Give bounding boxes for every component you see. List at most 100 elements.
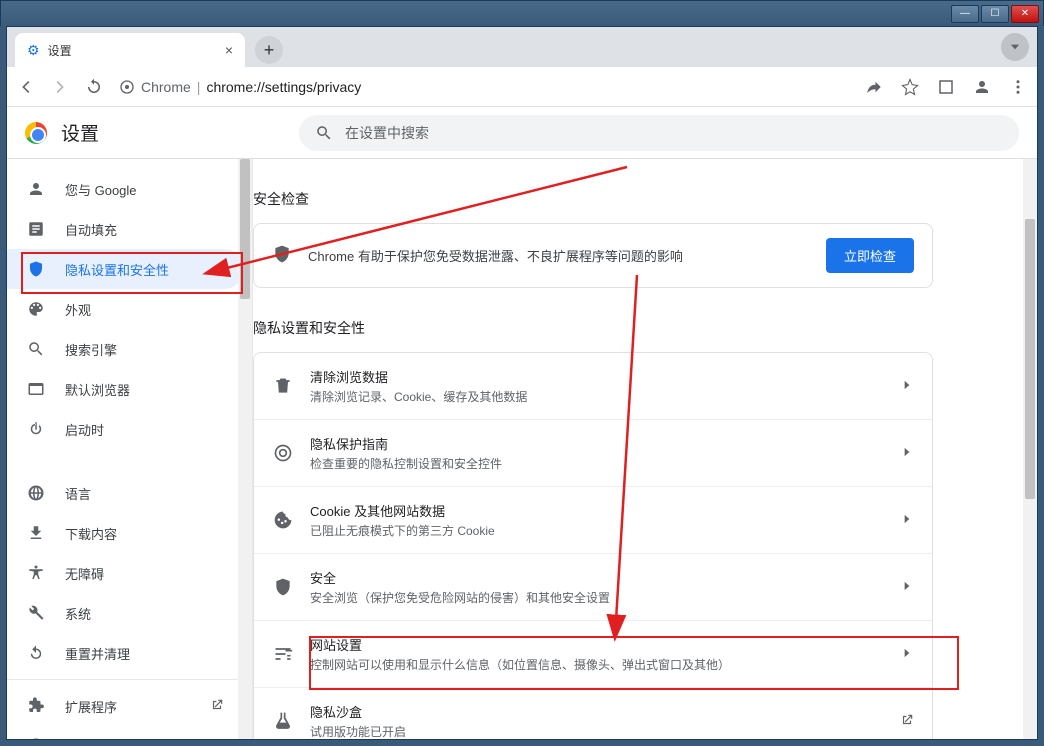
browser-icon — [27, 380, 45, 398]
sidebar-item-download[interactable]: 下载内容 — [7, 513, 244, 553]
sidebar-scrollbar[interactable] — [238, 159, 252, 739]
row-title: 隐私沙盒 — [310, 702, 884, 721]
privacy-section-title: 隐私设置和安全性 — [253, 318, 933, 338]
new-tab-button[interactable]: + — [255, 36, 283, 64]
sidebar-item-label: 无障碍 — [65, 564, 104, 583]
sidebar-item-label: 外观 — [65, 300, 91, 319]
sidebar-item-label: 重置并清理 — [65, 644, 130, 663]
side-panel-icon[interactable] — [937, 78, 955, 96]
chrome-logo-icon — [25, 122, 47, 144]
sidebar-item-ext[interactable]: 扩展程序 — [7, 686, 244, 726]
window-maximize-button[interactable]: ☐ — [981, 5, 1009, 23]
safety-check-text: Chrome 有助于保护您免受数据泄露、不良扩展程序等问题的影响 — [308, 246, 683, 265]
row-subtitle: 已阻止无痕模式下的第三方 Cookie — [310, 522, 884, 539]
sidebar-item-label: 语言 — [65, 484, 91, 503]
page-title: 设置 — [61, 119, 99, 146]
privacy-row-shield[interactable]: 安全安全浏览（保护您免受危险网站的侵害）和其他安全设置 — [254, 553, 932, 620]
privacy-row-flask[interactable]: 隐私沙盒试用版功能已开启 — [254, 687, 932, 739]
gear-icon: ⚙ — [27, 42, 40, 59]
sidebar-item-power[interactable]: 启动时 — [7, 409, 244, 449]
chrome-icon — [119, 79, 135, 95]
sidebar-item-label: 自动填充 — [65, 220, 117, 239]
target-icon — [272, 443, 294, 463]
content-pane: 安全检查 Chrome 有助于保护您免受数据泄露、不良扩展程序等问题的影响 立即… — [253, 159, 1037, 739]
chevron-right-icon — [900, 579, 914, 596]
row-title: 网站设置 — [310, 635, 884, 654]
palette-icon — [27, 300, 45, 318]
sidebar-item-label: 关于 Chrome — [65, 737, 141, 740]
sidebar-item-palette[interactable]: 外观 — [7, 289, 244, 329]
kebab-menu-icon[interactable] — [1009, 78, 1027, 96]
sidebar-item-label: 扩展程序 — [65, 697, 117, 716]
chevron-right-icon — [900, 512, 914, 529]
safety-section-title: 安全检查 — [253, 189, 933, 209]
trash-icon — [272, 376, 294, 396]
safety-check-button[interactable]: 立即检查 — [826, 238, 914, 273]
row-subtitle: 清除浏览记录、Cookie、缓存及其他数据 — [310, 388, 884, 405]
nav-reload-button[interactable] — [85, 78, 103, 96]
row-title: 安全 — [310, 568, 884, 587]
row-title: 隐私保护指南 — [310, 434, 884, 453]
sidebar-item-label: 系统 — [65, 604, 91, 623]
sidebar-item-label: 搜索引擎 — [65, 340, 117, 359]
window-titlebar: — ☐ ✕ — [0, 0, 1044, 26]
tab-close-icon[interactable]: × — [225, 42, 233, 58]
ext-icon — [27, 697, 45, 715]
globe-icon — [27, 484, 45, 502]
row-subtitle: 控制网站可以使用和显示什么信息（如位置信息、摄像头、弹出式窗口及其他） — [310, 656, 884, 673]
tab-settings[interactable]: ⚙ 设置 × — [15, 33, 245, 67]
sidebar-item-person[interactable]: 您与 Google — [7, 169, 244, 209]
nav-forward-button[interactable] — [51, 78, 69, 96]
search-placeholder: 在设置中搜索 — [345, 123, 429, 143]
share-icon[interactable] — [865, 78, 883, 96]
nav-back-button[interactable] — [17, 78, 35, 96]
external-link-icon — [210, 698, 224, 715]
tab-title: 设置 — [48, 42, 72, 59]
access-icon — [27, 564, 45, 582]
wrench-icon — [27, 604, 45, 622]
tune-icon — [272, 644, 294, 664]
url-box[interactable]: Chrome | chrome://settings/privacy — [119, 79, 849, 95]
search-icon — [27, 340, 45, 358]
profile-icon[interactable] — [973, 78, 991, 96]
autofill-icon — [27, 220, 45, 238]
sidebar: 您与 Google 自动填充隐私设置和安全性外观搜索引擎默认浏览器启动时 语言下载… — [7, 159, 253, 739]
sidebar-item-wrench[interactable]: 系统 — [7, 593, 244, 633]
browser-window: ⚙ 设置 × + Chrome | chrome://settings/priv… — [6, 26, 1038, 740]
sidebar-item-label: 启动时 — [65, 420, 104, 439]
row-subtitle: 安全浏览（保护您免受危险网站的侵害）和其他安全设置 — [310, 589, 884, 606]
sidebar-item-globe[interactable]: 语言 — [7, 473, 244, 513]
address-bar: Chrome | chrome://settings/privacy — [7, 67, 1037, 107]
profile-avatar-chip[interactable] — [1001, 33, 1029, 61]
sidebar-item-autofill[interactable]: 自动填充 — [7, 209, 244, 249]
row-title: Cookie 及其他网站数据 — [310, 501, 884, 520]
window-close-button[interactable]: ✕ — [1011, 5, 1039, 23]
privacy-row-target[interactable]: 隐私保护指南检查重要的隐私控制设置和安全控件 — [254, 419, 932, 486]
sidebar-item-search[interactable]: 搜索引擎 — [7, 329, 244, 369]
chevron-right-icon — [900, 445, 914, 462]
window-minimize-button[interactable]: — — [951, 5, 979, 23]
sidebar-item-browser[interactable]: 默认浏览器 — [7, 369, 244, 409]
bookmark-star-icon[interactable] — [901, 78, 919, 96]
person-icon — [27, 180, 45, 198]
settings-search-input[interactable]: 在设置中搜索 — [299, 115, 1019, 151]
row-title: 清除浏览数据 — [310, 367, 884, 386]
pane-scrollbar[interactable] — [1023, 159, 1037, 739]
cookie-icon — [272, 510, 294, 530]
privacy-row-cookie[interactable]: Cookie 及其他网站数据已阻止无痕模式下的第三方 Cookie — [254, 486, 932, 553]
privacy-row-tune[interactable]: 网站设置控制网站可以使用和显示什么信息（如位置信息、摄像头、弹出式窗口及其他） — [254, 620, 932, 687]
download-icon — [27, 524, 45, 542]
privacy-row-trash[interactable]: 清除浏览数据清除浏览记录、Cookie、缓存及其他数据 — [254, 353, 932, 419]
row-subtitle: 试用版功能已开启 — [310, 723, 884, 739]
sidebar-item-label: 您与 Google — [65, 180, 137, 199]
power-icon — [27, 420, 45, 438]
tabstrip: ⚙ 设置 × + — [7, 27, 1037, 67]
reset-icon — [27, 644, 45, 662]
sidebar-item-shield[interactable]: 隐私设置和安全性 — [7, 249, 244, 289]
sidebar-item-chrome[interactable]: 关于 Chrome — [7, 726, 244, 739]
sidebar-item-access[interactable]: 无障碍 — [7, 553, 244, 593]
shield-icon — [272, 244, 292, 267]
row-subtitle: 检查重要的隐私控制设置和安全控件 — [310, 455, 884, 472]
sidebar-item-label: 下载内容 — [65, 524, 117, 543]
sidebar-item-reset[interactable]: 重置并清理 — [7, 633, 244, 673]
